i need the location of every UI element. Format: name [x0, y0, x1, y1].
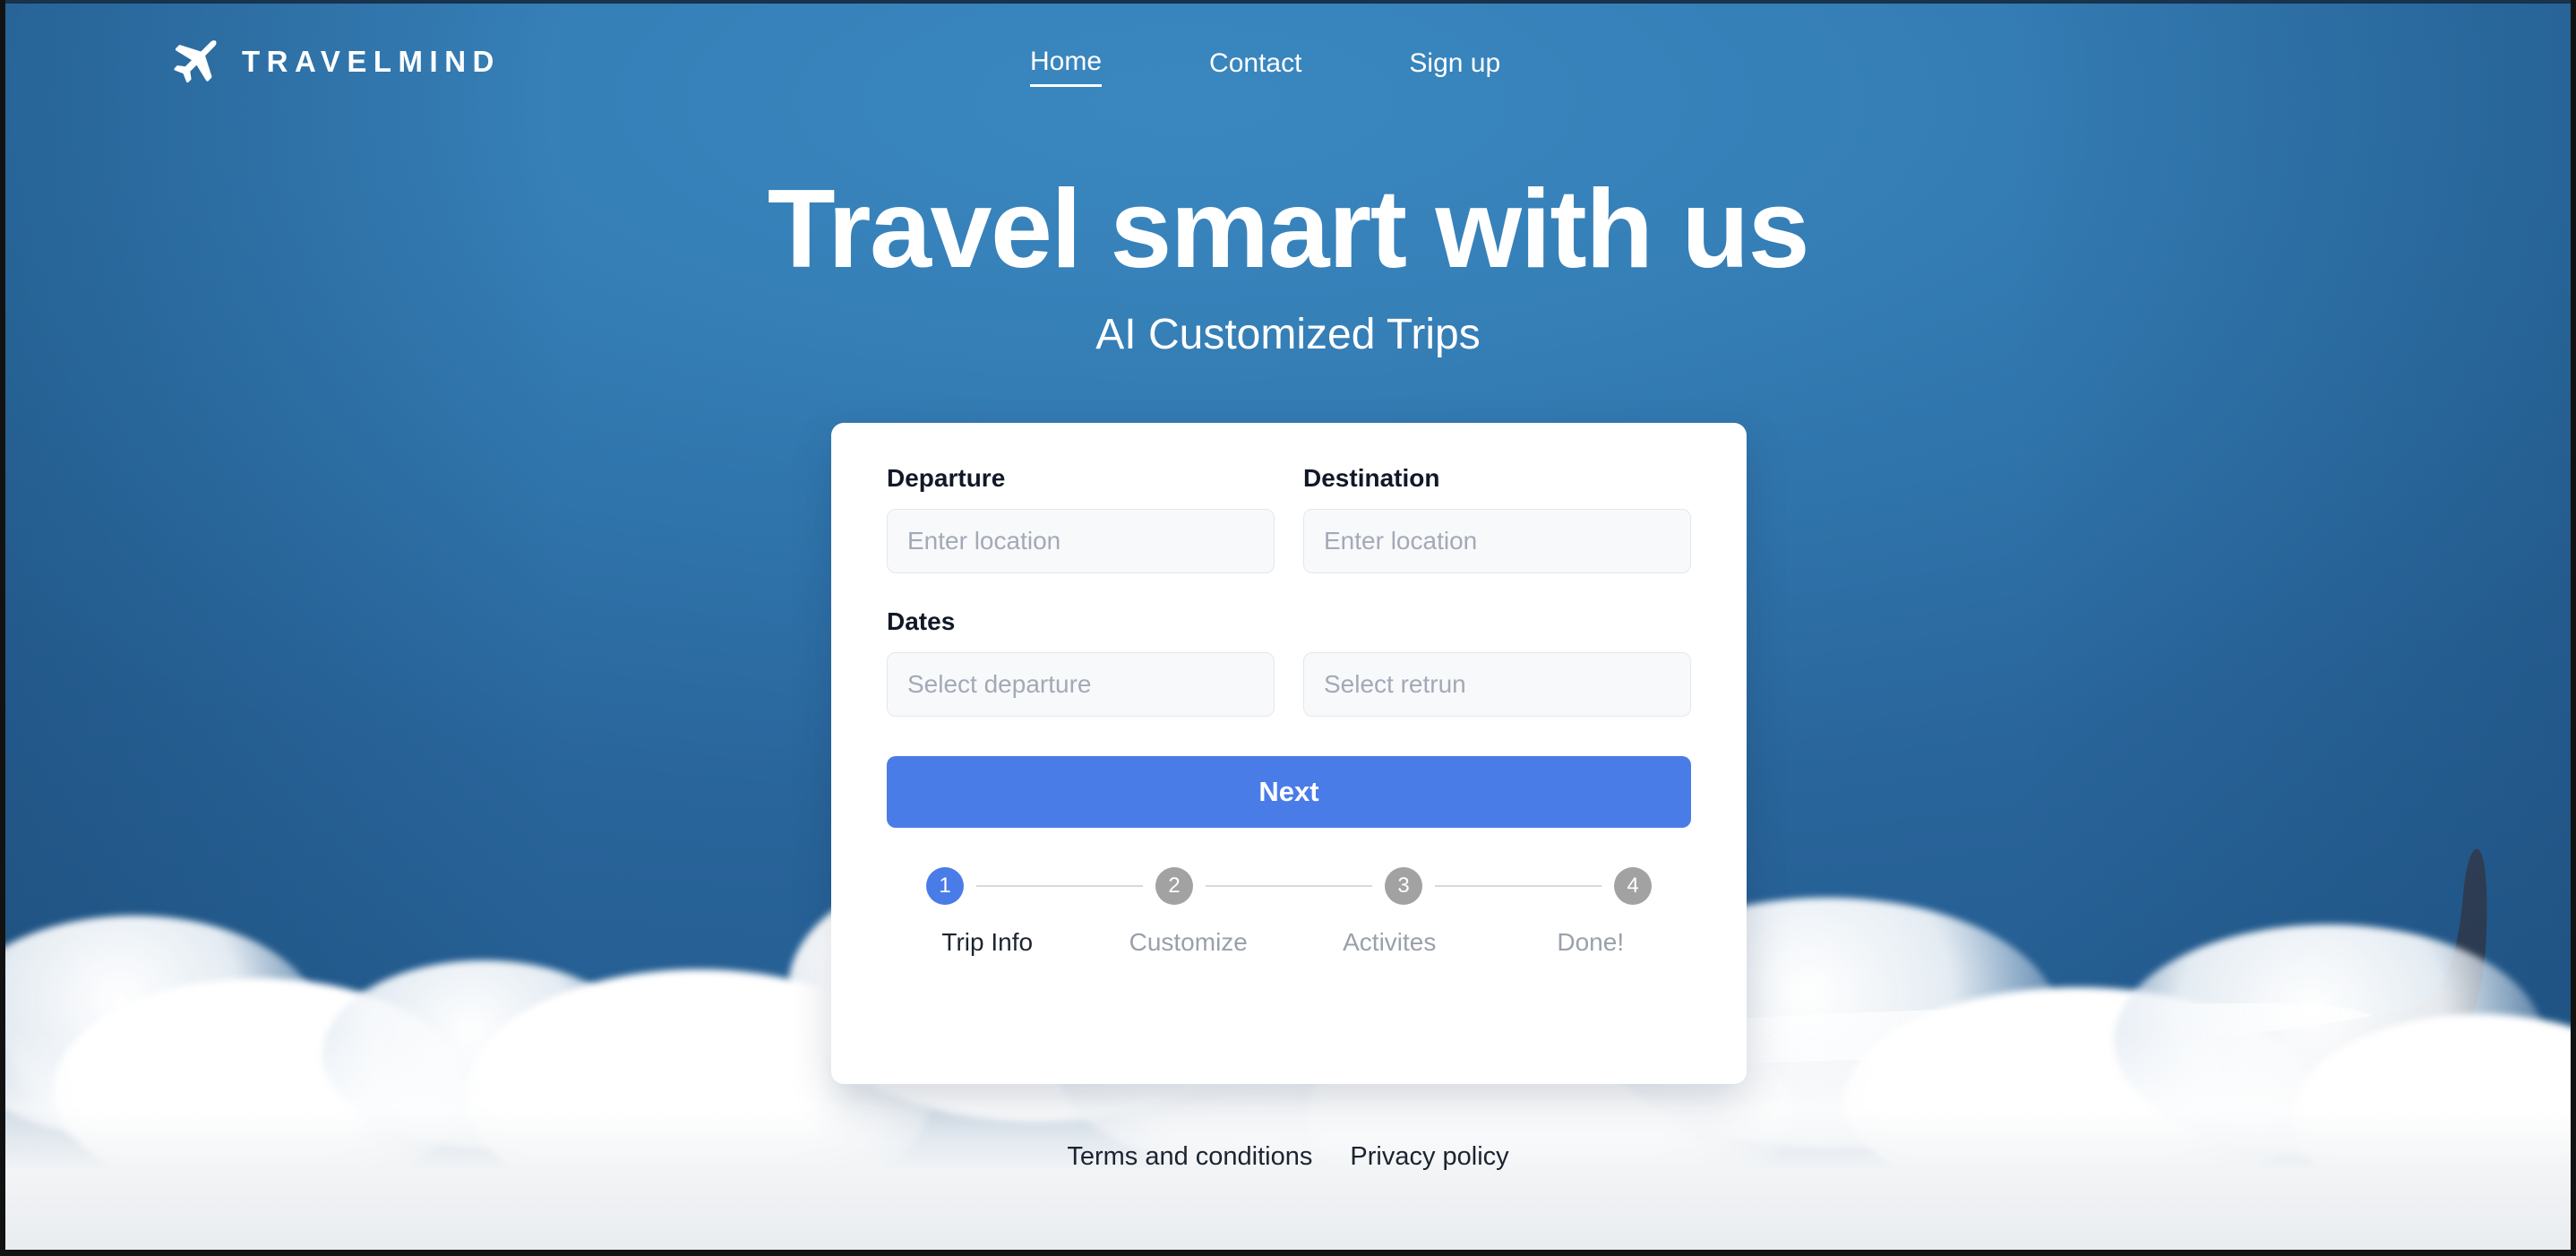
window-edge-bottom [0, 1250, 2576, 1256]
departure-field-group: Departure [887, 464, 1275, 573]
brand-name: TRAVELMIND [242, 45, 501, 78]
site-header: TRAVELMIND Home Contact Sign up [0, 0, 2576, 134]
destination-field-group: Destination [1303, 464, 1691, 573]
step-connector [1435, 885, 1601, 887]
location-row: Departure Destination [887, 464, 1691, 573]
destination-input[interactable] [1303, 509, 1691, 573]
depart-date-group [887, 652, 1275, 717]
window-edge-right [2571, 0, 2576, 1256]
destination-label: Destination [1303, 464, 1440, 492]
step-label-activities: Activites [1343, 928, 1437, 956]
window-edge-top [0, 0, 2576, 4]
step-label-customize: Customize [1129, 928, 1248, 956]
step-node-1[interactable]: 1 [926, 867, 964, 905]
stepper-track: 1 2 3 4 [887, 867, 1691, 905]
departure-label: Departure [887, 464, 1006, 492]
step-connector [976, 885, 1143, 887]
step-label-done: Done! [1557, 928, 1625, 956]
landing-page: TRAVELMIND Home Contact Sign up Travel s… [0, 0, 2576, 1256]
dates-row [887, 652, 1691, 717]
dates-label: Dates [887, 607, 956, 635]
step-connector [1206, 885, 1372, 887]
site-footer: Terms and conditions Privacy policy [0, 1142, 2576, 1172]
nav-item-signup[interactable]: Sign up [1409, 45, 1500, 86]
trip-booking-card: Departure Destination Dates Next [831, 423, 1747, 1084]
nav-item-home[interactable]: Home [1030, 43, 1103, 87]
step-node-2[interactable]: 2 [1155, 867, 1193, 905]
progress-stepper: 1 2 3 4 Trip Info Customize Activites Do… [887, 867, 1691, 957]
airplane-icon [167, 34, 222, 90]
departure-input[interactable] [887, 509, 1275, 573]
step-node-3[interactable]: 3 [1385, 867, 1422, 905]
step-node-4[interactable]: 4 [1614, 867, 1652, 905]
terms-link[interactable]: Terms and conditions [1067, 1142, 1312, 1172]
window-edge-left [0, 0, 5, 1256]
main-navigation: Home Contact Sign up [1030, 43, 1500, 87]
brand-logo[interactable]: TRAVELMIND [167, 34, 501, 90]
dates-section: Dates [887, 607, 1691, 717]
return-date-input[interactable] [1303, 652, 1691, 717]
next-button[interactable]: Next [887, 756, 1691, 828]
step-label-trip-info: Trip Info [941, 928, 1034, 956]
return-date-group [1303, 652, 1691, 717]
stepper-labels: Trip Info Customize Activites Done! [887, 928, 1691, 957]
privacy-link[interactable]: Privacy policy [1350, 1142, 1508, 1172]
nav-item-contact[interactable]: Contact [1209, 45, 1301, 86]
depart-date-input[interactable] [887, 652, 1275, 717]
